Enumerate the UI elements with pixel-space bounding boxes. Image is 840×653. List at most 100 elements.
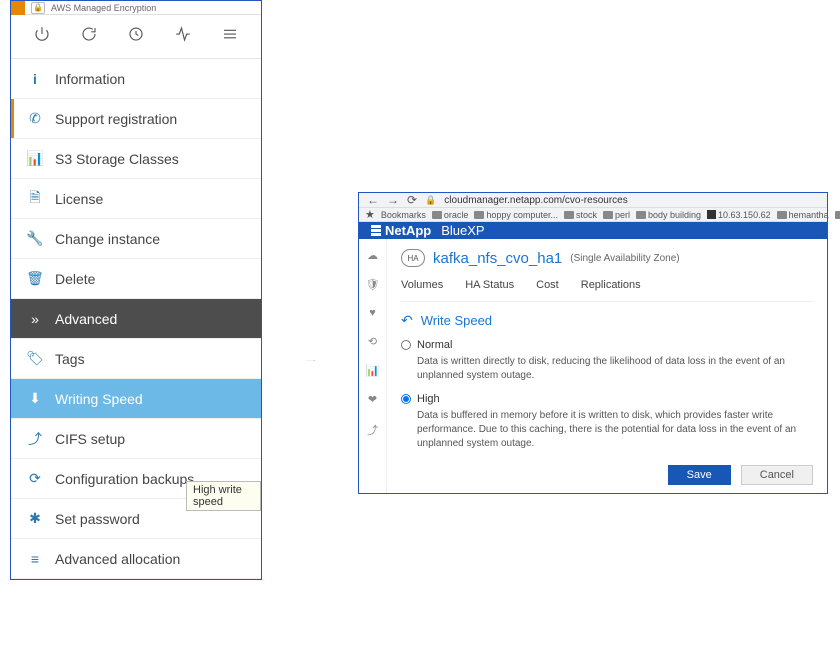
bookmark-oracle[interactable]: oracle bbox=[432, 210, 469, 220]
menu-license[interactable]: 🗎 License bbox=[11, 179, 261, 219]
address-bar-url[interactable]: cloudmanager.netapp.com/cvo-resources bbox=[444, 195, 627, 206]
bookmark-body[interactable]: body building bbox=[636, 210, 701, 220]
action-toolbar bbox=[11, 15, 261, 59]
document-icon: 🗎 bbox=[25, 187, 45, 211]
nav-back-icon[interactable]: ← bbox=[367, 193, 379, 207]
app-body: ☁ 🛡 ♥ ⟲ 📊 ❤ ⤴ HA kafka_nfs_cvo_ha1 (Sing… bbox=[359, 239, 827, 493]
app-header: NetApp BlueXP bbox=[359, 222, 827, 239]
nav-forward-icon[interactable]: → bbox=[387, 193, 399, 207]
button-row: Save Cancel bbox=[401, 461, 813, 485]
bookmark-perl[interactable]: perl bbox=[603, 210, 630, 220]
menu-cifs-setup[interactable]: ⤴ CIFS setup bbox=[11, 419, 261, 459]
bar-chart-icon: 📊 bbox=[25, 150, 45, 167]
encryption-label: AWS Managed Encryption bbox=[51, 3, 156, 13]
bookmark-stock[interactable]: stock bbox=[564, 210, 597, 220]
folder-icon bbox=[636, 211, 646, 219]
ms-protection-icon[interactable]: ♥ bbox=[369, 307, 376, 319]
phone-icon: ✆ bbox=[25, 110, 45, 127]
menu-label: CIFS setup bbox=[55, 431, 125, 447]
bookmark-hoppy[interactable]: hoppy computer... bbox=[474, 210, 558, 220]
address-lock-icon: 🔒 bbox=[425, 195, 436, 206]
availability-zone-label: (Single Availability Zone) bbox=[570, 253, 679, 264]
ms-canvas-icon[interactable]: ☁ bbox=[367, 249, 378, 262]
radio-normal-label: Normal bbox=[417, 339, 452, 351]
brand-text: NetApp bbox=[385, 223, 431, 238]
back-arrow-icon[interactable]: ↶ bbox=[401, 312, 413, 329]
menu-advanced-allocation[interactable]: ≡ Advanced allocation bbox=[11, 539, 261, 579]
folder-icon bbox=[432, 211, 442, 219]
menu-label: Set password bbox=[55, 511, 140, 527]
asterisk-icon: ✱ bbox=[25, 510, 45, 527]
nav-reload-icon[interactable]: ⟳ bbox=[407, 193, 417, 207]
menu-label: Tags bbox=[55, 351, 85, 367]
menu-label: Advanced bbox=[55, 311, 117, 327]
radio-high-label: High bbox=[417, 393, 440, 405]
folder-icon bbox=[603, 211, 613, 219]
menu-label: Advanced allocation bbox=[55, 551, 180, 567]
share-icon: ⤴ bbox=[25, 429, 45, 449]
ha-badge-icon: HA bbox=[401, 249, 425, 267]
ms-sync-icon[interactable]: ⟲ bbox=[368, 335, 377, 348]
bookmarks-star-icon[interactable]: ★ bbox=[365, 208, 375, 221]
bookmark-personal[interactable]: personal bbox=[835, 210, 840, 220]
menu-s3-storage-classes[interactable]: 📊 S3 Storage Classes bbox=[11, 139, 261, 179]
ms-share-icon[interactable]: ⤴ bbox=[367, 422, 378, 438]
content-area: HA kafka_nfs_cvo_ha1 (Single Availabilit… bbox=[387, 239, 827, 493]
menu-change-instance[interactable]: 🔧Change instance bbox=[11, 219, 261, 259]
menu-label: Change instance bbox=[55, 231, 160, 247]
menu-delete[interactable]: 🗑 Delete bbox=[11, 259, 261, 299]
tab-ha-status[interactable]: HA Status bbox=[465, 279, 514, 291]
menu-advanced[interactable]: » Advanced bbox=[11, 299, 261, 339]
power-icon[interactable] bbox=[33, 25, 51, 48]
resource-header: HA kafka_nfs_cvo_ha1 (Single Availabilit… bbox=[401, 249, 813, 267]
bookmarks-bar: ★ Bookmarks oracle hoppy computer... sto… bbox=[359, 208, 827, 222]
resource-tabs: Volumes HA Status Cost Replications bbox=[401, 273, 813, 302]
aws-logo-square bbox=[11, 1, 25, 15]
writing-speed-tooltip: High write speed bbox=[186, 481, 261, 511]
resource-name[interactable]: kafka_nfs_cvo_ha1 bbox=[433, 250, 562, 267]
menu-label: License bbox=[55, 191, 103, 207]
refresh-icon[interactable] bbox=[80, 25, 98, 48]
menu-writing-speed[interactable]: ⬇ Writing Speed bbox=[11, 379, 261, 419]
menu-information[interactable]: iInformation bbox=[11, 59, 261, 99]
radio-normal-input[interactable] bbox=[401, 340, 411, 350]
menu-label: Configuration backups bbox=[55, 471, 194, 487]
product-name: BlueXP bbox=[441, 223, 484, 238]
menu-label: Delete bbox=[55, 271, 95, 287]
download-icon: ⬇ bbox=[25, 390, 45, 407]
radio-high[interactable]: High bbox=[401, 393, 813, 405]
activity-icon[interactable] bbox=[174, 25, 192, 48]
radio-normal[interactable]: Normal bbox=[401, 339, 813, 351]
tab-cost[interactable]: Cost bbox=[536, 279, 559, 291]
lock-icon: 🔒 bbox=[31, 2, 45, 14]
netapp-logo[interactable]: NetApp bbox=[371, 223, 431, 238]
folder-icon bbox=[835, 211, 840, 219]
bookmarks-label: Bookmarks bbox=[381, 210, 426, 220]
tag-icon: 🏷 bbox=[25, 350, 45, 367]
sliders-icon: ≡ bbox=[25, 551, 45, 567]
menu-label: Writing Speed bbox=[55, 391, 143, 407]
connector-arrow bbox=[263, 360, 358, 361]
folder-icon bbox=[474, 211, 484, 219]
tab-volumes[interactable]: Volumes bbox=[401, 279, 443, 291]
radio-normal-desc: Data is written directly to disk, reduci… bbox=[417, 355, 813, 383]
bookmark-hemantha[interactable]: hemantha bbox=[777, 210, 829, 220]
save-button[interactable]: Save bbox=[668, 465, 731, 485]
hamburger-menu-icon[interactable] bbox=[221, 25, 239, 48]
radio-high-input[interactable] bbox=[401, 394, 411, 404]
mini-sidebar: ☁ 🛡 ♥ ⟲ 📊 ❤ ⤴ bbox=[359, 239, 387, 493]
menu-support-registration[interactable]: ✆Support registration bbox=[11, 99, 261, 139]
trash-icon: 🗑 bbox=[25, 270, 45, 287]
clock-icon[interactable] bbox=[127, 25, 145, 48]
top-context-strip: 🔒 AWS Managed Encryption bbox=[11, 1, 261, 15]
ms-health-icon[interactable]: ❤ bbox=[368, 393, 377, 406]
menu-tags[interactable]: 🏷 Tags bbox=[11, 339, 261, 379]
tab-replications[interactable]: Replications bbox=[581, 279, 641, 291]
bookmark-ip[interactable]: 10.63.150.62 bbox=[707, 210, 771, 220]
menu-label: S3 Storage Classes bbox=[55, 151, 179, 167]
info-icon: i bbox=[25, 71, 45, 87]
cancel-button[interactable]: Cancel bbox=[741, 465, 813, 485]
ms-reports-icon[interactable]: 📊 bbox=[366, 364, 380, 377]
chevrons-down-icon: » bbox=[25, 311, 45, 327]
ms-shield-icon[interactable]: 🛡 bbox=[366, 278, 380, 291]
